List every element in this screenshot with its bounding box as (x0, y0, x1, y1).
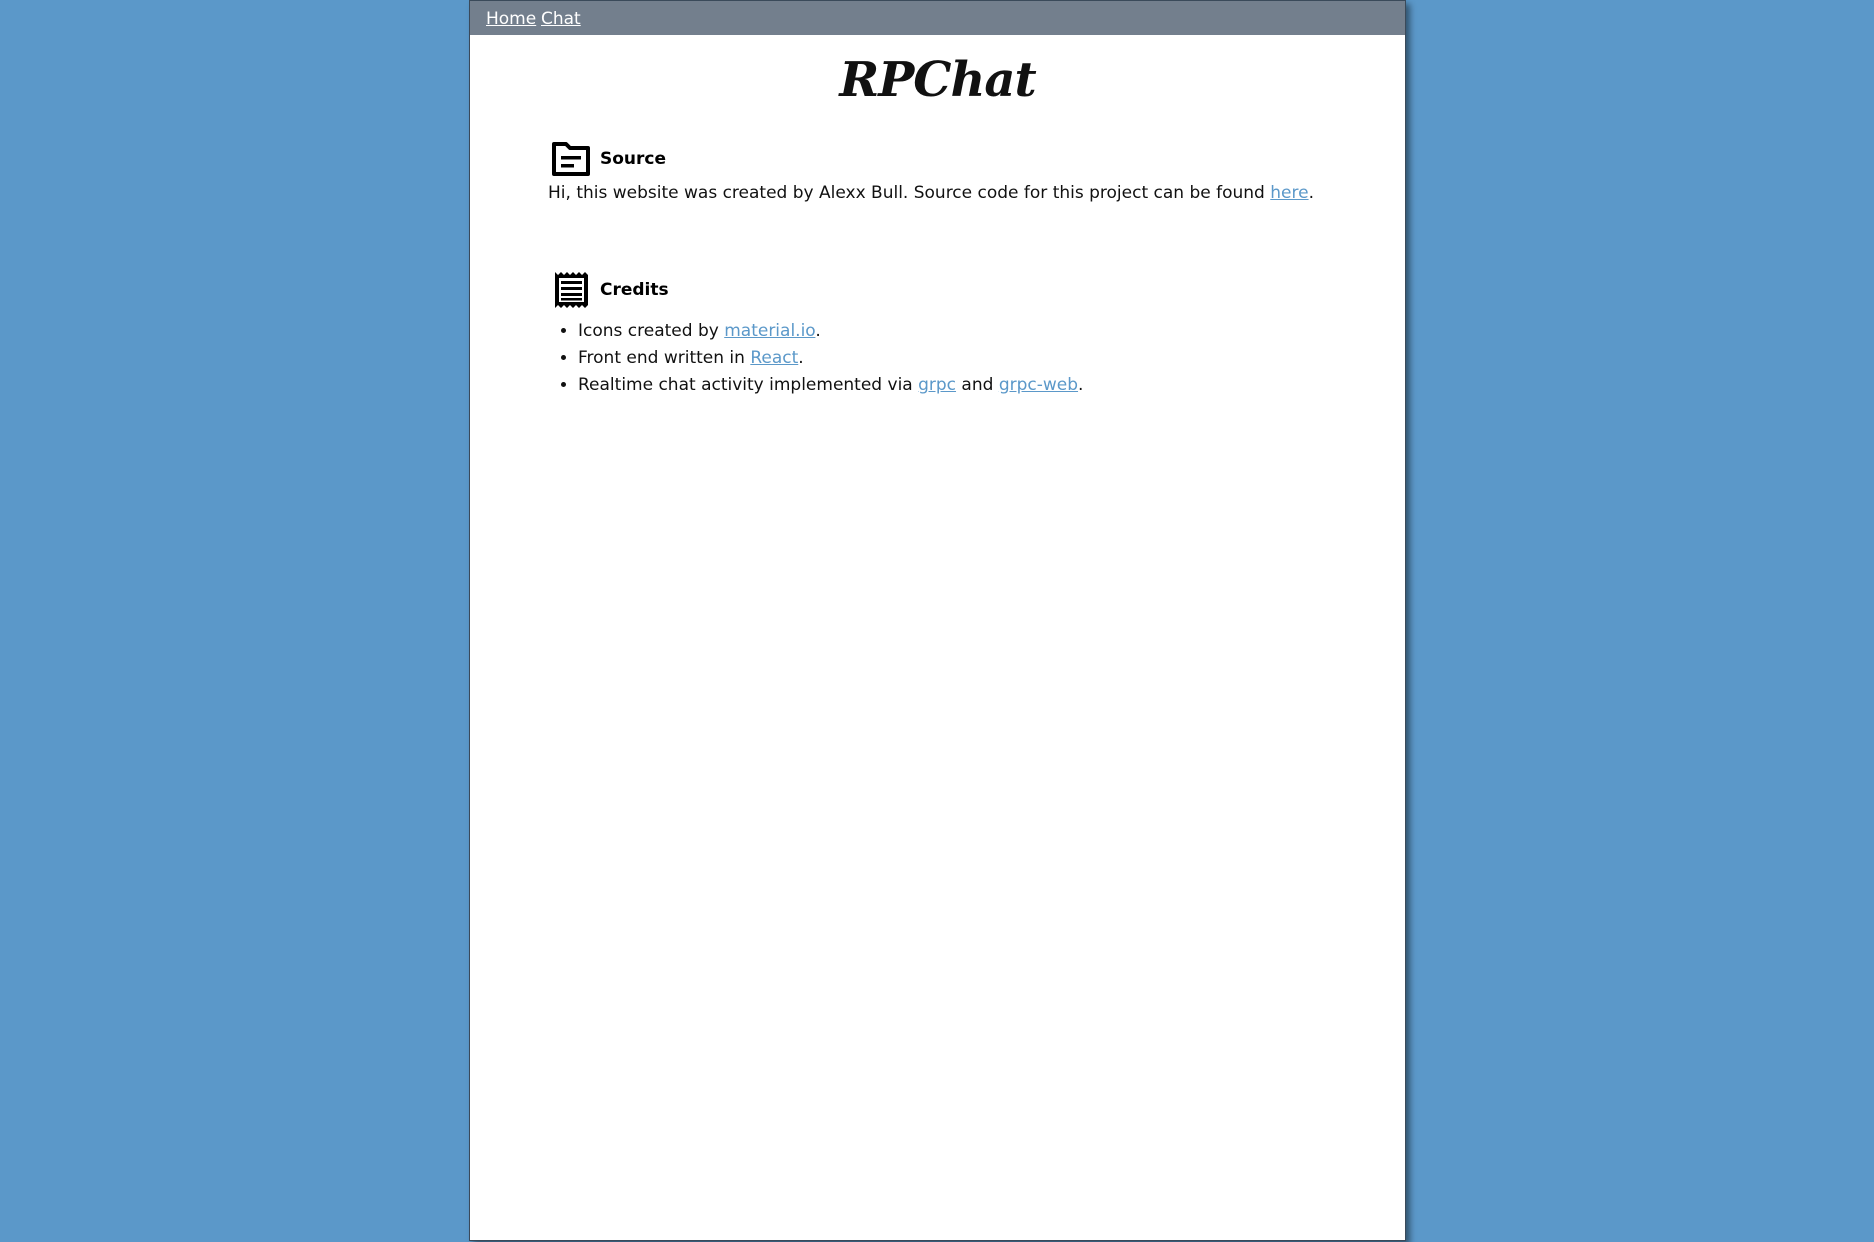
credit-text: Icons created by (578, 321, 725, 341)
credit-text-middle: and (956, 375, 999, 395)
nav-chat-link[interactable]: Chat (541, 9, 581, 29)
list-item: Front end written in React. (578, 345, 1083, 372)
react-link[interactable]: React (750, 348, 798, 368)
source-heading: Source (600, 149, 667, 169)
credit-text-end: . (1078, 375, 1084, 395)
source-here-link[interactable]: here (1270, 183, 1308, 203)
credit-text-end: . (798, 348, 804, 368)
grpc-web-link[interactable]: grpc-web (999, 375, 1078, 395)
credits-list: Icons created by material.io. Front end … (548, 318, 1083, 399)
source-text-end: . (1308, 183, 1314, 203)
source-folder-icon (550, 138, 592, 180)
source-text: Hi, this website was created by Alexx Bu… (548, 183, 1271, 203)
page-title: RPChat (839, 52, 1036, 108)
navbar: Home Chat (470, 0, 1405, 35)
page-container: Home Chat RPChat Source Hi, this website… (469, 0, 1406, 1241)
list-item: Realtime chat activity implemented via g… (578, 372, 1083, 399)
credit-text-end: . (815, 321, 821, 341)
credits-section-header: Credits (550, 269, 669, 311)
credits-heading: Credits (600, 280, 669, 300)
receipt-icon (550, 269, 592, 311)
credit-text: Front end written in (578, 348, 751, 368)
source-paragraph: Hi, this website was created by Alexx Bu… (548, 183, 1314, 203)
nav-home-link[interactable]: Home (486, 9, 536, 29)
source-section-header: Source (550, 138, 666, 180)
credit-text: Realtime chat activity implemented via (578, 375, 919, 395)
list-item: Icons created by material.io. (578, 318, 1083, 345)
material-io-link[interactable]: material.io (724, 321, 815, 341)
grpc-link[interactable]: grpc (918, 375, 956, 395)
